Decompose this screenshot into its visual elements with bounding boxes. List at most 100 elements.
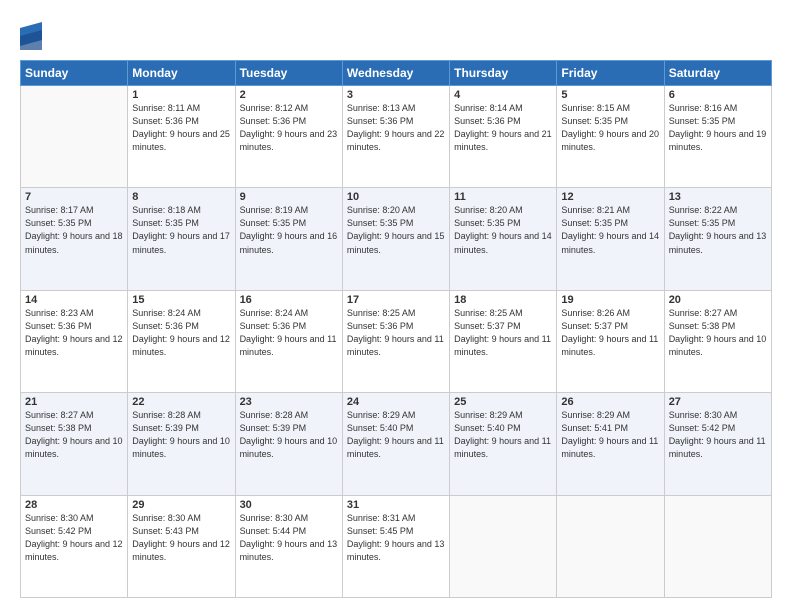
calendar-table: SundayMondayTuesdayWednesdayThursdayFrid… — [20, 60, 772, 598]
day-number: 11 — [454, 191, 552, 203]
day-number: 18 — [454, 294, 552, 306]
header-day-tuesday: Tuesday — [235, 61, 342, 86]
calendar-cell: 26Sunrise: 8:29 AM Sunset: 5:41 PM Dayli… — [557, 393, 664, 495]
calendar-cell: 23Sunrise: 8:28 AM Sunset: 5:39 PM Dayli… — [235, 393, 342, 495]
calendar-cell: 7Sunrise: 8:17 AM Sunset: 5:35 PM Daylig… — [21, 188, 128, 290]
header — [20, 18, 772, 50]
day-info: Sunrise: 8:28 AM Sunset: 5:39 PM Dayligh… — [132, 409, 230, 461]
day-info: Sunrise: 8:14 AM Sunset: 5:36 PM Dayligh… — [454, 102, 552, 154]
day-info: Sunrise: 8:24 AM Sunset: 5:36 PM Dayligh… — [132, 307, 230, 359]
day-info: Sunrise: 8:12 AM Sunset: 5:36 PM Dayligh… — [240, 102, 338, 154]
header-day-sunday: Sunday — [21, 61, 128, 86]
calendar-cell: 6Sunrise: 8:16 AM Sunset: 5:35 PM Daylig… — [664, 86, 771, 188]
calendar-cell: 1Sunrise: 8:11 AM Sunset: 5:36 PM Daylig… — [128, 86, 235, 188]
calendar-cell: 28Sunrise: 8:30 AM Sunset: 5:42 PM Dayli… — [21, 495, 128, 597]
day-number: 24 — [347, 396, 445, 408]
day-info: Sunrise: 8:27 AM Sunset: 5:38 PM Dayligh… — [669, 307, 767, 359]
day-info: Sunrise: 8:19 AM Sunset: 5:35 PM Dayligh… — [240, 204, 338, 256]
day-info: Sunrise: 8:16 AM Sunset: 5:35 PM Dayligh… — [669, 102, 767, 154]
day-info: Sunrise: 8:11 AM Sunset: 5:36 PM Dayligh… — [132, 102, 230, 154]
day-number: 27 — [669, 396, 767, 408]
day-number: 23 — [240, 396, 338, 408]
day-info: Sunrise: 8:27 AM Sunset: 5:38 PM Dayligh… — [25, 409, 123, 461]
day-info: Sunrise: 8:25 AM Sunset: 5:37 PM Dayligh… — [454, 307, 552, 359]
day-number: 25 — [454, 396, 552, 408]
day-info: Sunrise: 8:31 AM Sunset: 5:45 PM Dayligh… — [347, 512, 445, 564]
day-info: Sunrise: 8:29 AM Sunset: 5:40 PM Dayligh… — [347, 409, 445, 461]
day-number: 31 — [347, 499, 445, 511]
day-info: Sunrise: 8:17 AM Sunset: 5:35 PM Dayligh… — [25, 204, 123, 256]
header-day-monday: Monday — [128, 61, 235, 86]
day-number: 29 — [132, 499, 230, 511]
calendar-cell — [21, 86, 128, 188]
calendar-cell: 16Sunrise: 8:24 AM Sunset: 5:36 PM Dayli… — [235, 290, 342, 392]
day-info: Sunrise: 8:20 AM Sunset: 5:35 PM Dayligh… — [347, 204, 445, 256]
day-number: 1 — [132, 89, 230, 101]
day-number: 12 — [561, 191, 659, 203]
logo-icon — [20, 22, 42, 50]
calendar-cell: 10Sunrise: 8:20 AM Sunset: 5:35 PM Dayli… — [342, 188, 449, 290]
day-number: 17 — [347, 294, 445, 306]
day-info: Sunrise: 8:25 AM Sunset: 5:36 PM Dayligh… — [347, 307, 445, 359]
day-number: 9 — [240, 191, 338, 203]
calendar-cell: 27Sunrise: 8:30 AM Sunset: 5:42 PM Dayli… — [664, 393, 771, 495]
calendar-cell: 4Sunrise: 8:14 AM Sunset: 5:36 PM Daylig… — [450, 86, 557, 188]
day-number: 5 — [561, 89, 659, 101]
day-info: Sunrise: 8:29 AM Sunset: 5:40 PM Dayligh… — [454, 409, 552, 461]
day-number: 13 — [669, 191, 767, 203]
calendar-cell — [450, 495, 557, 597]
day-number: 20 — [669, 294, 767, 306]
day-info: Sunrise: 8:30 AM Sunset: 5:42 PM Dayligh… — [669, 409, 767, 461]
calendar-cell: 13Sunrise: 8:22 AM Sunset: 5:35 PM Dayli… — [664, 188, 771, 290]
header-day-thursday: Thursday — [450, 61, 557, 86]
day-info: Sunrise: 8:13 AM Sunset: 5:36 PM Dayligh… — [347, 102, 445, 154]
calendar-cell: 8Sunrise: 8:18 AM Sunset: 5:35 PM Daylig… — [128, 188, 235, 290]
day-number: 30 — [240, 499, 338, 511]
day-number: 26 — [561, 396, 659, 408]
day-info: Sunrise: 8:15 AM Sunset: 5:35 PM Dayligh… — [561, 102, 659, 154]
calendar-cell — [664, 495, 771, 597]
logo — [20, 22, 45, 50]
calendar-cell: 2Sunrise: 8:12 AM Sunset: 5:36 PM Daylig… — [235, 86, 342, 188]
day-number: 22 — [132, 396, 230, 408]
calendar-cell: 22Sunrise: 8:28 AM Sunset: 5:39 PM Dayli… — [128, 393, 235, 495]
day-info: Sunrise: 8:24 AM Sunset: 5:36 PM Dayligh… — [240, 307, 338, 359]
day-number: 21 — [25, 396, 123, 408]
day-number: 8 — [132, 191, 230, 203]
day-info: Sunrise: 8:28 AM Sunset: 5:39 PM Dayligh… — [240, 409, 338, 461]
calendar-cell: 15Sunrise: 8:24 AM Sunset: 5:36 PM Dayli… — [128, 290, 235, 392]
calendar-cell: 18Sunrise: 8:25 AM Sunset: 5:37 PM Dayli… — [450, 290, 557, 392]
calendar-cell: 19Sunrise: 8:26 AM Sunset: 5:37 PM Dayli… — [557, 290, 664, 392]
calendar-cell: 9Sunrise: 8:19 AM Sunset: 5:35 PM Daylig… — [235, 188, 342, 290]
calendar-cell: 21Sunrise: 8:27 AM Sunset: 5:38 PM Dayli… — [21, 393, 128, 495]
header-day-wednesday: Wednesday — [342, 61, 449, 86]
day-number: 10 — [347, 191, 445, 203]
day-number: 4 — [454, 89, 552, 101]
day-number: 2 — [240, 89, 338, 101]
day-number: 7 — [25, 191, 123, 203]
day-info: Sunrise: 8:30 AM Sunset: 5:43 PM Dayligh… — [132, 512, 230, 564]
calendar-cell: 12Sunrise: 8:21 AM Sunset: 5:35 PM Dayli… — [557, 188, 664, 290]
day-number: 6 — [669, 89, 767, 101]
calendar-cell: 30Sunrise: 8:30 AM Sunset: 5:44 PM Dayli… — [235, 495, 342, 597]
day-info: Sunrise: 8:30 AM Sunset: 5:44 PM Dayligh… — [240, 512, 338, 564]
day-info: Sunrise: 8:29 AM Sunset: 5:41 PM Dayligh… — [561, 409, 659, 461]
header-day-saturday: Saturday — [664, 61, 771, 86]
day-info: Sunrise: 8:23 AM Sunset: 5:36 PM Dayligh… — [25, 307, 123, 359]
day-number: 16 — [240, 294, 338, 306]
calendar-cell: 5Sunrise: 8:15 AM Sunset: 5:35 PM Daylig… — [557, 86, 664, 188]
page: SundayMondayTuesdayWednesdayThursdayFrid… — [0, 0, 792, 612]
calendar-cell — [557, 495, 664, 597]
calendar-cell: 3Sunrise: 8:13 AM Sunset: 5:36 PM Daylig… — [342, 86, 449, 188]
day-info: Sunrise: 8:22 AM Sunset: 5:35 PM Dayligh… — [669, 204, 767, 256]
calendar-cell: 25Sunrise: 8:29 AM Sunset: 5:40 PM Dayli… — [450, 393, 557, 495]
day-info: Sunrise: 8:26 AM Sunset: 5:37 PM Dayligh… — [561, 307, 659, 359]
calendar-cell: 17Sunrise: 8:25 AM Sunset: 5:36 PM Dayli… — [342, 290, 449, 392]
calendar-cell: 29Sunrise: 8:30 AM Sunset: 5:43 PM Dayli… — [128, 495, 235, 597]
calendar-cell: 11Sunrise: 8:20 AM Sunset: 5:35 PM Dayli… — [450, 188, 557, 290]
day-number: 14 — [25, 294, 123, 306]
day-info: Sunrise: 8:20 AM Sunset: 5:35 PM Dayligh… — [454, 204, 552, 256]
day-number: 28 — [25, 499, 123, 511]
calendar-cell: 20Sunrise: 8:27 AM Sunset: 5:38 PM Dayli… — [664, 290, 771, 392]
header-day-friday: Friday — [557, 61, 664, 86]
